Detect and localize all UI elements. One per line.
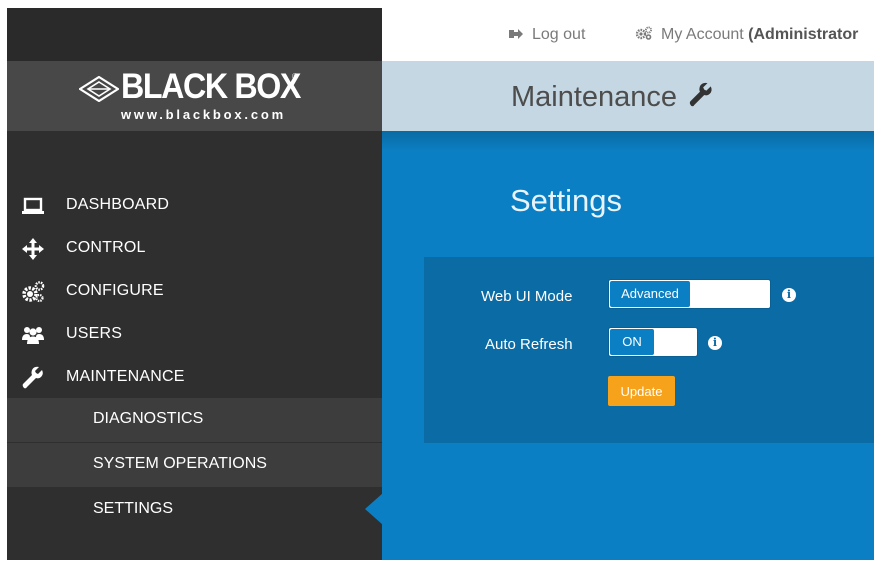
move-arrows-icon [22,238,44,260]
account-role: (Administrator [748,26,859,43]
brand-name: BLACK BOX [121,67,301,106]
auto-refresh-value: ON [610,329,654,355]
app-frame: BLACK BOX ® www.blackbox.com DASHBOARD C… [7,8,874,560]
top-bar: Log out My Account (Administrator [382,8,874,61]
logout-icon [509,29,523,39]
laptop-icon [22,197,44,214]
diamond-logo-icon [79,76,119,102]
sidebar: BLACK BOX ® www.blackbox.com DASHBOARD C… [7,8,383,560]
sub-item-label: SETTINGS [93,500,174,517]
nav-item-dashboard[interactable]: DASHBOARD [7,190,382,233]
sub-item-settings[interactable]: SETTINGS [7,488,383,532]
logout-link[interactable]: Log out [509,26,585,44]
nav-label: USERS [66,325,123,342]
sidebar-top-strip [7,8,382,61]
main-content: Settings Web UI Mode Advanced i Auto Ref… [382,131,874,560]
info-icon[interactable]: i [782,288,796,302]
wrench-icon [689,82,712,107]
settings-panel: Web UI Mode Advanced i Auto Refresh ON i… [424,257,874,443]
info-icon[interactable]: i [708,336,722,350]
web-ui-mode-label: Web UI Mode [481,288,573,305]
web-ui-mode-toggle[interactable]: Advanced [608,279,771,309]
sub-item-label: SYSTEM OPERATIONS [93,455,267,472]
account-label: My Account [661,26,744,43]
users-icon [22,327,44,344]
gears-icon [22,281,45,303]
sub-item-system-operations[interactable]: SYSTEM OPERATIONS [7,443,382,487]
active-pointer [365,493,383,525]
nav-item-configure[interactable]: CONFIGURE [7,276,382,319]
page-header: Maintenance [382,61,874,131]
brand-logo[interactable]: BLACK BOX ® www.blackbox.com [77,67,307,130]
page-title: Maintenance [511,81,714,114]
my-account-link[interactable]: My Account (Administrator [635,26,858,44]
section-title: Settings [510,183,623,218]
nav-label: CONTROL [66,239,146,256]
nav-item-control[interactable]: CONTROL [7,233,382,276]
update-button[interactable]: Update [608,376,675,406]
web-ui-mode-value: Advanced [610,281,690,307]
sub-item-label: DIAGNOSTICS [93,410,204,427]
wrench-icon [22,366,43,389]
page-title-text: Maintenance [511,81,678,113]
auto-refresh-label: Auto Refresh [485,336,573,353]
sub-item-diagnostics[interactable]: DIAGNOSTICS [7,398,382,442]
brand-reg-mark: ® [292,72,298,81]
nav-label: DASHBOARD [66,196,170,213]
gears-icon [635,26,652,40]
nav-item-users[interactable]: USERS [7,319,382,362]
header-shadow [382,131,874,151]
logout-label: Log out [532,26,586,43]
nav-label: CONFIGURE [66,282,164,299]
brand-url: www.blackbox.com [121,107,286,122]
auto-refresh-toggle[interactable]: ON [608,327,698,357]
nav-label: MAINTENANCE [66,368,185,385]
